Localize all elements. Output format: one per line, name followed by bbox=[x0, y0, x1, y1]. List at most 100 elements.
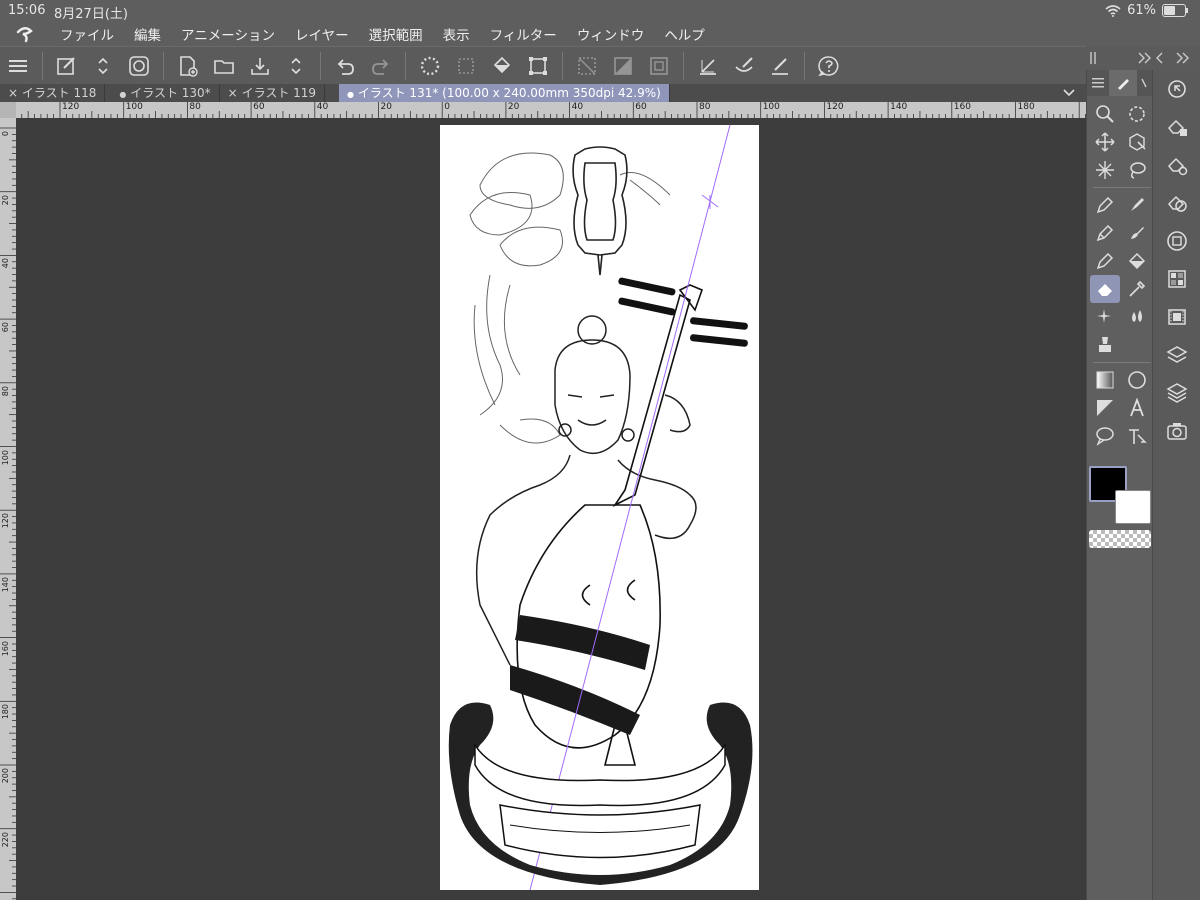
menu-window[interactable]: ウィンドウ bbox=[567, 24, 655, 44]
new-file-icon[interactable] bbox=[172, 50, 204, 82]
redo-icon[interactable] bbox=[365, 50, 397, 82]
ruler-label: 60 bbox=[253, 102, 265, 112]
chevron-updown-icon[interactable] bbox=[280, 50, 312, 82]
navigator-icon[interactable] bbox=[1153, 70, 1200, 108]
ruler-label: 140 bbox=[890, 102, 908, 112]
battery-fill bbox=[1164, 6, 1175, 15]
ruler-label: 40 bbox=[316, 102, 329, 112]
marker-icon[interactable] bbox=[1122, 191, 1152, 219]
tool-palette bbox=[1086, 70, 1153, 900]
loading-spinner-icon[interactable] bbox=[414, 50, 446, 82]
tab-tool-icon[interactable] bbox=[1109, 70, 1137, 96]
tab-subtool-icon[interactable] bbox=[1137, 70, 1151, 96]
hamburger-menu-icon[interactable] bbox=[2, 50, 34, 82]
menu-filter[interactable]: フィルター bbox=[480, 24, 567, 44]
tab-unsaved-dot-icon: ● bbox=[347, 90, 355, 99]
sparkle-effect-icon[interactable] bbox=[1090, 303, 1120, 331]
ruler-snap-icon[interactable] bbox=[692, 50, 724, 82]
color-set-icon[interactable] bbox=[1153, 260, 1200, 298]
chevron-updown-icon[interactable] bbox=[87, 50, 119, 82]
gradient-icon[interactable] bbox=[1090, 366, 1120, 394]
ruler-label: 140 bbox=[1, 576, 10, 593]
drag-grip-icon[interactable] bbox=[1090, 52, 1096, 64]
auto-select-wand-icon[interactable] bbox=[1090, 156, 1120, 184]
transparent-color-swatch[interactable] bbox=[1089, 530, 1151, 548]
companion-mode-icon[interactable] bbox=[123, 50, 155, 82]
palette-divider bbox=[1093, 187, 1151, 188]
sub-color-swatch[interactable] bbox=[1115, 490, 1151, 524]
tab-close-icon[interactable]: × bbox=[8, 86, 18, 100]
ruler-label: 80 bbox=[699, 102, 711, 112]
layer-panel-icon[interactable] bbox=[1153, 374, 1200, 412]
subtool-eraser-icon[interactable] bbox=[1153, 108, 1200, 146]
fill-bucket-icon[interactable] bbox=[486, 50, 518, 82]
vertical-ruler[interactable]: 0 20 40 60 80 100 120 140 160 180 200 220 bbox=[0, 118, 16, 900]
move-icon[interactable] bbox=[1090, 128, 1120, 156]
brush-size-icon[interactable] bbox=[1153, 184, 1200, 222]
menu-selection[interactable]: 選択範囲 bbox=[359, 24, 433, 44]
layer-property-icon[interactable] bbox=[1153, 336, 1200, 374]
pen-icon[interactable] bbox=[1090, 191, 1120, 219]
palette-menu-icon[interactable] bbox=[1087, 70, 1109, 96]
menu-help[interactable]: ヘルプ bbox=[654, 24, 715, 44]
clear-selection-icon[interactable] bbox=[571, 50, 603, 82]
material-camera-icon[interactable] bbox=[1153, 412, 1200, 450]
lasso-icon[interactable] bbox=[1122, 156, 1152, 184]
tab-illust-118[interactable]: × イラスト 118 bbox=[0, 84, 106, 102]
tool-property-icon[interactable] bbox=[1153, 146, 1200, 184]
transform-select-icon[interactable] bbox=[450, 50, 482, 82]
shrink-selection-icon[interactable] bbox=[643, 50, 675, 82]
app-logo-icon[interactable] bbox=[0, 25, 50, 43]
invert-selection-icon[interactable] bbox=[607, 50, 639, 82]
save-icon[interactable] bbox=[244, 50, 276, 82]
menu-edit[interactable]: 編集 bbox=[124, 24, 171, 44]
tab-illust-119[interactable]: × イラスト 119 bbox=[220, 84, 326, 102]
correct-line-icon[interactable] bbox=[1122, 422, 1152, 450]
command-bar bbox=[0, 46, 1086, 86]
horizontal-ruler[interactable]: 120 100 80 60 40 20 0 20 40 60 80 100 120 140 160 180 bbox=[16, 102, 1086, 118]
object-select-icon[interactable] bbox=[1122, 128, 1152, 156]
chevron-down-icon[interactable] bbox=[1062, 86, 1076, 100]
decoration-icon[interactable] bbox=[1122, 247, 1152, 275]
frame-border-icon[interactable] bbox=[1090, 394, 1120, 422]
fill-tool-icon[interactable] bbox=[1090, 331, 1120, 359]
undo-icon[interactable] bbox=[329, 50, 361, 82]
drawing-canvas[interactable] bbox=[440, 124, 759, 891]
blend-drops-icon[interactable] bbox=[1122, 303, 1152, 331]
color-wheel-icon[interactable] bbox=[1153, 222, 1200, 260]
tab-illust-131[interactable]: ● イラスト 131* (100.00 x 240.00mm 350dpi 42… bbox=[339, 84, 670, 102]
collapse-dock-icon[interactable] bbox=[1176, 52, 1190, 64]
airbrush-icon[interactable] bbox=[1090, 247, 1120, 275]
open-folder-icon[interactable] bbox=[208, 50, 240, 82]
zoom-icon[interactable] bbox=[1090, 100, 1120, 128]
pencil-icon[interactable] bbox=[1090, 219, 1120, 247]
ruler-label: 80 bbox=[189, 102, 201, 112]
menu-animation[interactable]: アニメーション bbox=[171, 24, 285, 44]
status-date: 8月27日(土) bbox=[54, 7, 128, 22]
rotate-view-icon[interactable] bbox=[1122, 100, 1152, 128]
brush-snap-icon[interactable] bbox=[728, 50, 760, 82]
tab-label: イラスト 119 bbox=[241, 86, 317, 100]
collapse-panel-icon[interactable] bbox=[1138, 52, 1152, 64]
battery-percent: 61% bbox=[1127, 3, 1156, 18]
eyedropper-icon[interactable] bbox=[1122, 275, 1152, 303]
crop-transform-icon[interactable] bbox=[522, 50, 554, 82]
document-tab-bar: × イラスト 118 ● イラスト 130* × イラスト 119 ● イラスト… bbox=[0, 84, 1086, 102]
eraser-icon[interactable] bbox=[1090, 275, 1120, 303]
menu-view[interactable]: 表示 bbox=[433, 24, 480, 44]
menu-file[interactable]: ファイル bbox=[50, 24, 124, 44]
ruler-label: 0 bbox=[1, 131, 10, 137]
ruler-label: 40 bbox=[571, 102, 584, 112]
pen-line-icon[interactable] bbox=[764, 50, 796, 82]
tab-illust-130[interactable]: ● イラスト 130* bbox=[105, 84, 220, 102]
animation-timeline-icon[interactable] bbox=[1153, 298, 1200, 336]
tab-close-icon[interactable]: × bbox=[228, 86, 238, 100]
menu-layer[interactable]: レイヤー bbox=[285, 24, 359, 44]
edit-canvas-icon[interactable] bbox=[51, 50, 83, 82]
chevron-left-icon[interactable] bbox=[1156, 52, 1164, 64]
text-tool-icon[interactable] bbox=[1122, 394, 1152, 422]
balloon-icon[interactable] bbox=[1090, 422, 1120, 450]
figure-circle-icon[interactable] bbox=[1122, 366, 1152, 394]
help-icon[interactable] bbox=[813, 50, 845, 82]
brush-icon[interactable] bbox=[1122, 219, 1152, 247]
